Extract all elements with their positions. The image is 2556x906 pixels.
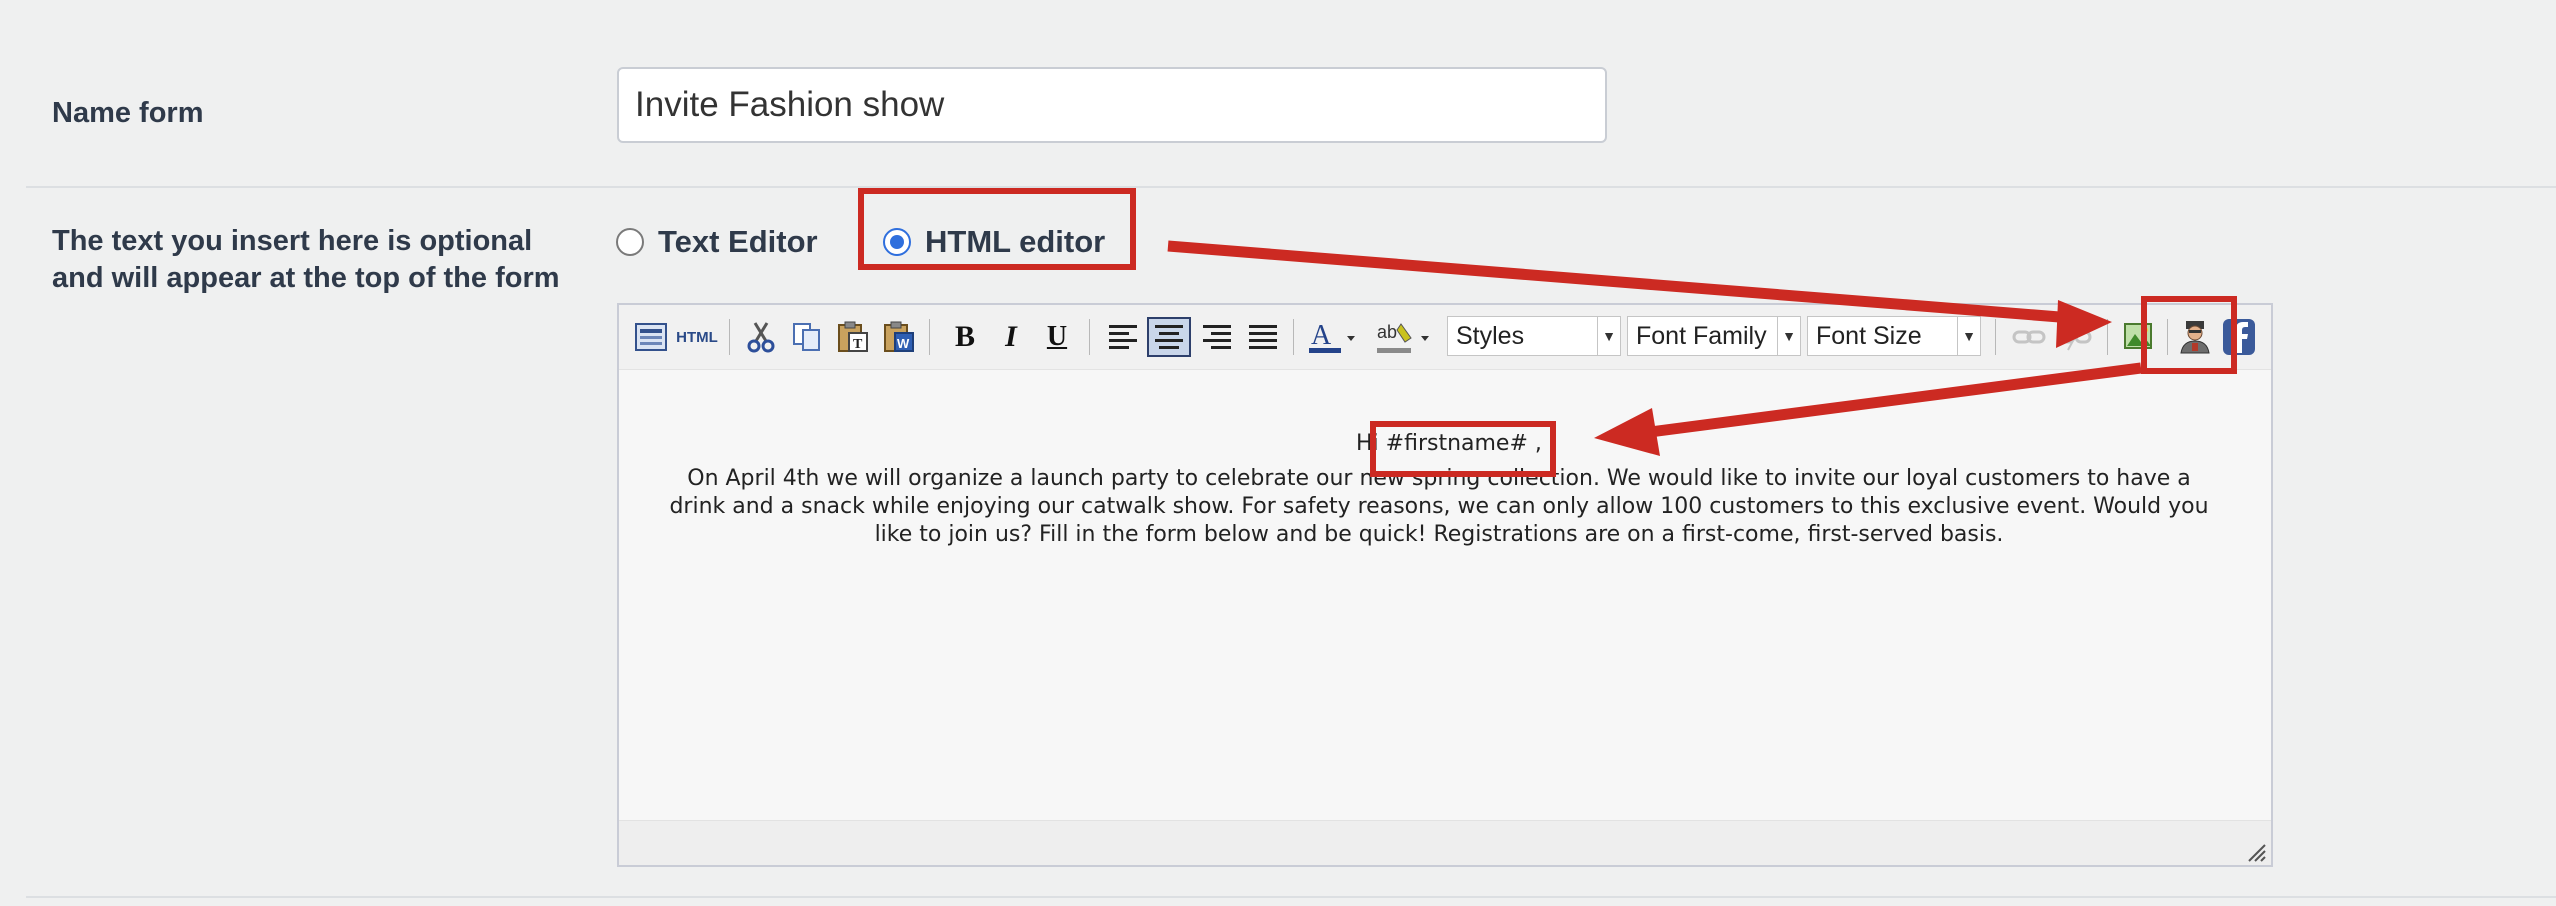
html-button[interactable]: HTML [675,319,719,355]
source-view-button[interactable] [631,319,671,355]
font-size-select-value: Font Size [1816,321,1922,350]
annotation-box-html-editor [858,188,1136,270]
name-form-input[interactable] [617,67,1607,143]
source-view-icon [635,323,667,351]
chevron-down-icon: ▼ [1777,317,1800,355]
section-divider [26,896,2556,898]
editor-toolbar: HTML T W B I U A ab Styles ▼ Font Family… [619,305,2271,370]
link-icon [2012,330,2046,344]
align-right-icon [1203,325,1231,349]
paste-text-button[interactable]: T [833,319,873,355]
paste-text-icon: T [838,321,868,352]
align-right-button[interactable] [1197,319,1237,355]
paste-word-button[interactable]: W [879,319,919,355]
resize-handle-icon[interactable] [2245,841,2267,863]
align-left-icon [1109,325,1137,349]
font-family-select[interactable]: Font Family ▼ [1627,316,1801,356]
chevron-down-icon: ▼ [1957,317,1980,355]
name-form-label: Name form [52,97,204,129]
svg-text:A: A [1311,320,1332,351]
html-editor[interactable]: HTML T W B I U A ab Styles ▼ Font Family… [617,303,2273,867]
align-justify-icon [1249,325,1277,349]
text-editor-label[interactable]: Text Editor [658,224,818,260]
align-center-button[interactable] [1147,317,1191,357]
copy-button[interactable] [787,319,827,355]
cut-button[interactable] [741,319,781,355]
text-color-button[interactable]: A [1305,319,1361,355]
editor-body-text[interactable]: On April 4th we will organize a launch p… [669,465,2209,549]
text-color-icon: A [1309,320,1355,353]
annotation-box-placeholder [1370,421,1556,477]
annotation-box-personalization [2141,296,2237,374]
paste-word-icon: W [884,321,914,352]
align-justify-button[interactable] [1243,319,1283,355]
toolbar-separator [929,319,930,355]
text-editor-radio[interactable] [616,228,644,256]
align-left-button[interactable] [1103,319,1143,355]
svg-text:W: W [897,336,910,351]
highlight-icon: ab [1377,322,1429,353]
section-divider [26,186,2556,188]
toolbar-separator [729,319,730,355]
styles-select[interactable]: Styles ▼ [1447,316,1621,356]
copy-icon [793,323,820,351]
toolbar-separator [1995,319,1996,355]
styles-select-value: Styles [1456,321,1525,350]
font-size-select[interactable]: Font Size ▼ [1807,316,1981,356]
italic-button[interactable]: I [991,319,1031,355]
unlink-icon [2058,323,2092,351]
align-center-icon [1155,325,1183,349]
description-label: The text you insert here is optional and… [52,225,560,294]
svg-text:ab: ab [1377,322,1397,342]
unlink-button[interactable] [2055,319,2095,355]
font-family-select-value: Font Family [1636,321,1767,350]
toolbar-separator [2107,319,2108,355]
bold-button[interactable]: B [945,319,985,355]
editor-status-bar [619,820,2271,865]
insert-link-button[interactable] [2009,319,2049,355]
scissors-icon [747,322,775,353]
highlight-color-button[interactable]: ab [1373,319,1437,355]
text-editor-option[interactable]: Text Editor [616,224,818,260]
chevron-down-icon: ▼ [1597,317,1620,355]
underline-button[interactable]: U [1037,319,1077,355]
toolbar-separator [1293,319,1294,355]
toolbar-separator [1089,319,1090,355]
svg-text:T: T [853,337,863,352]
